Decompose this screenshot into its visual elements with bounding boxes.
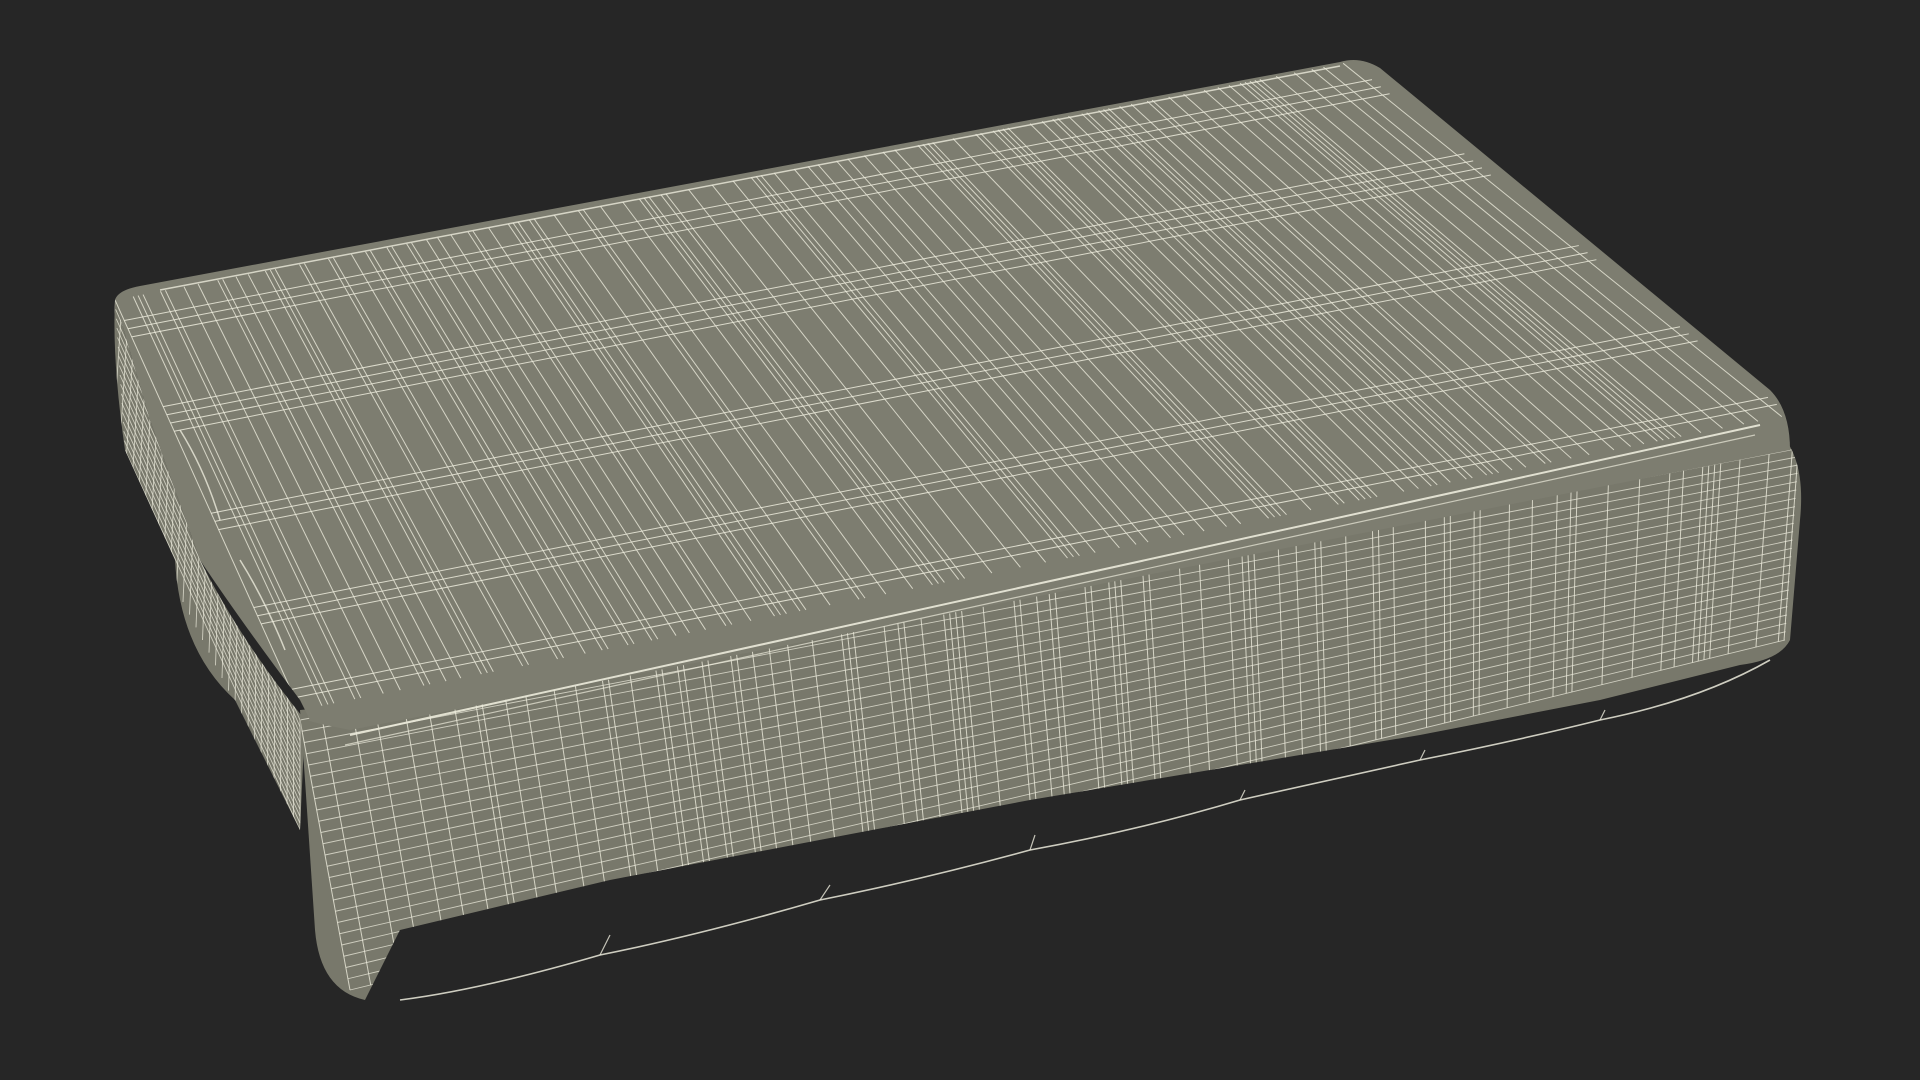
wireframe-render — [0, 0, 1920, 1080]
viewport — [0, 0, 1920, 1080]
